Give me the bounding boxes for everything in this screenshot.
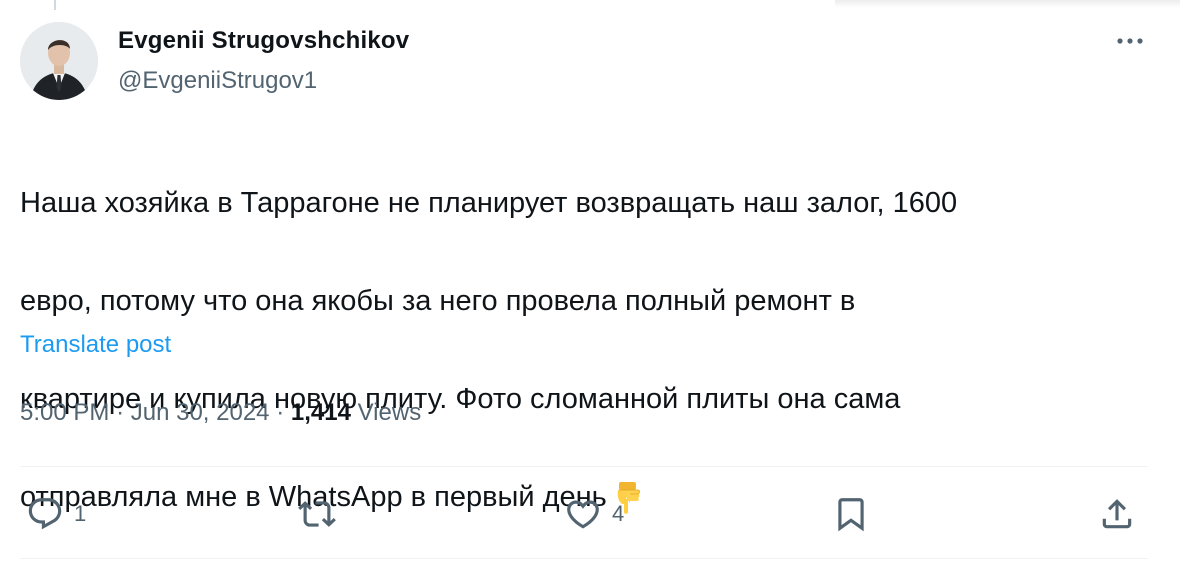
author-name[interactable]: Evgenii Strugovshchikov (118, 26, 409, 56)
share-button[interactable] (1098, 492, 1136, 536)
action-bar: 1 4 (0, 492, 1180, 536)
retweet-icon (298, 501, 336, 527)
views-label: Views (357, 399, 422, 426)
more-options-button[interactable] (1112, 28, 1148, 54)
like-button[interactable]: 4 (564, 492, 624, 536)
like-icon (567, 500, 599, 529)
avatar-photo-icon (20, 22, 98, 100)
views-count: 1,414 (290, 399, 351, 426)
share-icon (1102, 499, 1132, 529)
reply-count: 1 (74, 501, 87, 526)
avatar[interactable] (20, 22, 98, 100)
reply-button[interactable]: 1 (26, 492, 86, 536)
meta-separator: · (276, 399, 285, 426)
more-dots-icon (1117, 38, 1143, 44)
top-shadow (835, 0, 1180, 8)
post-text-line: Наша хозяйка в Таррагоне не планирует во… (20, 187, 958, 219)
post-time[interactable]: 5:00 PM (20, 399, 109, 426)
thread-line (54, 0, 56, 10)
retweet-button[interactable] (298, 492, 346, 536)
post-detail: Evgenii Strugovshchikov @EvgeniiStrugov1… (0, 0, 1180, 578)
reply-icon (28, 498, 62, 530)
meta-separator: · (116, 399, 125, 426)
divider (20, 466, 1148, 467)
translate-post-link[interactable]: Translate post (20, 330, 171, 360)
post-date[interactable]: Jun 30, 2024 (131, 399, 270, 426)
like-count: 4 (612, 501, 625, 526)
bookmark-button[interactable] (832, 492, 870, 536)
post-meta: 5:00 PM · Jun 30, 2024 · 1,414 Views (20, 398, 421, 428)
bookmark-icon (838, 498, 864, 532)
divider (20, 558, 1148, 559)
post-text-line: евро, потому что она якобы за него прове… (20, 285, 856, 317)
author-handle[interactable]: @EvgeniiStrugov1 (118, 66, 317, 96)
